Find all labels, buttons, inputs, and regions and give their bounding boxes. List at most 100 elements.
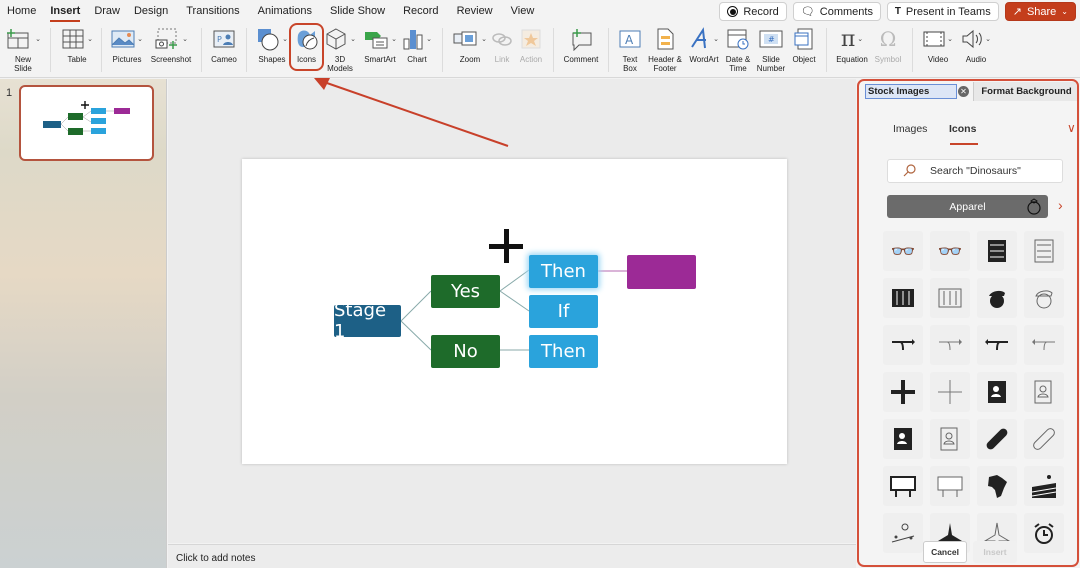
- share-icon: ↗: [1012, 6, 1022, 18]
- merge-right-filled-icon[interactable]: [883, 325, 923, 365]
- bandage-outline-icon[interactable]: [1024, 419, 1064, 459]
- node-then-2[interactable]: Then: [529, 335, 598, 368]
- 3d-glasses-outline-icon[interactable]: 👓: [930, 231, 970, 271]
- zoom-label: Zoom: [459, 55, 481, 64]
- record-button[interactable]: Record: [719, 2, 787, 21]
- tab-review[interactable]: Review: [450, 0, 500, 22]
- abacus-vertical-filled-icon[interactable]: [883, 278, 923, 318]
- equation-label: Equation: [836, 55, 868, 64]
- node-then-1[interactable]: Then: [529, 255, 598, 288]
- node-no[interactable]: No: [431, 335, 500, 368]
- pi-icon: π: [840, 26, 856, 52]
- merge-left-outline-icon[interactable]: [1024, 325, 1064, 365]
- notes-field[interactable]: Click to add notes: [168, 544, 856, 568]
- abacus-outline-icon[interactable]: [1024, 231, 1064, 271]
- shapes-button[interactable]: ⌄ Shapes: [254, 26, 290, 64]
- video-button[interactable]: ⌄ Video: [920, 26, 956, 64]
- link-button[interactable]: Link: [489, 26, 515, 64]
- tab-design[interactable]: Design: [127, 0, 175, 22]
- comments-button[interactable]: 🗨 Comments: [792, 2, 881, 21]
- cameo-button[interactable]: P Cameo: [208, 26, 240, 64]
- subtab-icons[interactable]: Icons: [949, 123, 976, 135]
- tab-view[interactable]: View: [504, 0, 542, 22]
- node-if[interactable]: If: [529, 295, 598, 328]
- subtab-images[interactable]: Images: [893, 123, 927, 135]
- table-button[interactable]: ⌄ Table: [59, 26, 95, 64]
- 3d-glasses-filled-icon[interactable]: 👓: [883, 231, 923, 271]
- stock-images-panel: Stock Images ✕ Format Background Images …: [857, 79, 1079, 567]
- comment-button[interactable]: Comment: [561, 26, 601, 64]
- add-outline-icon[interactable]: [930, 372, 970, 412]
- africa-icon[interactable]: [977, 466, 1017, 506]
- agriculture-icon[interactable]: [1024, 466, 1064, 506]
- slide-number-button[interactable]: # Slide Number: [754, 26, 788, 73]
- category-apparel-button[interactable]: Apparel: [887, 195, 1048, 218]
- tab-draw[interactable]: Draw: [87, 0, 127, 22]
- tab-home[interactable]: Home: [0, 0, 43, 22]
- symbol-button[interactable]: Ω Symbol: [872, 26, 904, 65]
- screenshot-button[interactable]: ⌄ Screenshot: [147, 26, 195, 64]
- merge-left-filled-icon[interactable]: [977, 325, 1017, 365]
- audio-button[interactable]: ⌄ Audio: [958, 26, 994, 64]
- address-book-2-filled-icon[interactable]: [883, 419, 923, 459]
- plus-icon: [489, 229, 523, 263]
- link-label: Link: [494, 55, 510, 64]
- node-purple-box[interactable]: [627, 255, 696, 289]
- cancel-button[interactable]: Cancel: [923, 541, 967, 563]
- header-footer-button[interactable]: Header & Footer: [645, 26, 685, 73]
- landscape-sun-icon[interactable]: [883, 513, 923, 553]
- record-label: Record: [743, 5, 779, 18]
- slide-number-icon: #: [759, 30, 783, 48]
- present-in-teams-button[interactable]: T Present in Teams: [886, 2, 999, 21]
- tab-transitions[interactable]: Transitions: [179, 0, 246, 22]
- abacus-filled-icon[interactable]: [977, 231, 1017, 271]
- tab-slide-show[interactable]: Slide Show: [323, 0, 392, 22]
- address-book-2-outline-icon[interactable]: [930, 419, 970, 459]
- category-label: Apparel: [949, 200, 986, 213]
- equation-button[interactable]: π ⌄ Equation: [834, 26, 870, 64]
- zoom-button[interactable]: ⌄ Zoom: [452, 26, 488, 64]
- alarm-clock-icon[interactable]: [1024, 513, 1064, 553]
- node-stage-1[interactable]: Stage 1: [334, 300, 401, 342]
- acorn-filled-icon[interactable]: [977, 278, 1017, 318]
- bandage-filled-icon[interactable]: [977, 419, 1017, 459]
- slide-thumbnail[interactable]: [19, 85, 154, 161]
- chevron-right-icon[interactable]: ›: [1058, 197, 1063, 213]
- acorn-outline-icon[interactable]: [1024, 278, 1064, 318]
- close-icon[interactable]: ✕: [958, 86, 969, 97]
- share-button[interactable]: ↗ Share ⌄: [1004, 2, 1076, 21]
- svg-text:#: #: [768, 35, 775, 44]
- icons-button[interactable]: Icons: [289, 23, 324, 71]
- wordart-button[interactable]: ⌄ WordArt: [686, 26, 722, 64]
- tab-format-background[interactable]: Format Background: [973, 82, 1077, 101]
- slide[interactable]: Stage 1 Yes No Then If Then: [242, 159, 787, 464]
- billboard-outline-icon[interactable]: [930, 466, 970, 506]
- add-filled-icon[interactable]: [883, 372, 923, 412]
- icon-grid: 👓 👓: [883, 231, 1073, 553]
- action-button[interactable]: Action: [516, 26, 546, 64]
- object-button[interactable]: Object: [789, 26, 819, 64]
- tab-animations[interactable]: Animations: [251, 0, 319, 22]
- tab-record[interactable]: Record: [396, 0, 445, 22]
- billboard-filled-icon[interactable]: [883, 466, 923, 506]
- 3d-models-button[interactable]: ⌄ 3D Models: [323, 26, 357, 73]
- tab-insert[interactable]: Insert: [43, 0, 87, 22]
- chevron-down-icon[interactable]: ∨: [1067, 121, 1076, 135]
- new-slide-button[interactable]: ⌄ New Slide: [6, 26, 41, 73]
- slide-number-label: Slide Number: [756, 55, 786, 73]
- merge-right-outline-icon[interactable]: [930, 325, 970, 365]
- insert-button[interactable]: Insert: [973, 541, 1017, 563]
- abacus-vertical-outline-icon[interactable]: [930, 278, 970, 318]
- comment-label: Comment: [563, 55, 599, 64]
- icons-label: Icons: [296, 55, 317, 64]
- address-book-filled-icon[interactable]: [977, 372, 1017, 412]
- date-time-button[interactable]: Date & Time: [724, 26, 752, 73]
- node-yes[interactable]: Yes: [431, 275, 500, 308]
- text-box-button[interactable]: A Text Box: [616, 26, 644, 73]
- chart-button[interactable]: ⌄ Chart: [403, 26, 432, 64]
- address-book-outline-icon[interactable]: [1024, 372, 1064, 412]
- pictures-button[interactable]: ⌄ Pictures: [109, 26, 145, 64]
- tab-stock-images[interactable]: Stock Images: [865, 84, 957, 99]
- search-input[interactable]: Search "Dinosaurs": [887, 159, 1063, 183]
- smartart-button[interactable]: ⌄ SmartArt: [360, 26, 400, 64]
